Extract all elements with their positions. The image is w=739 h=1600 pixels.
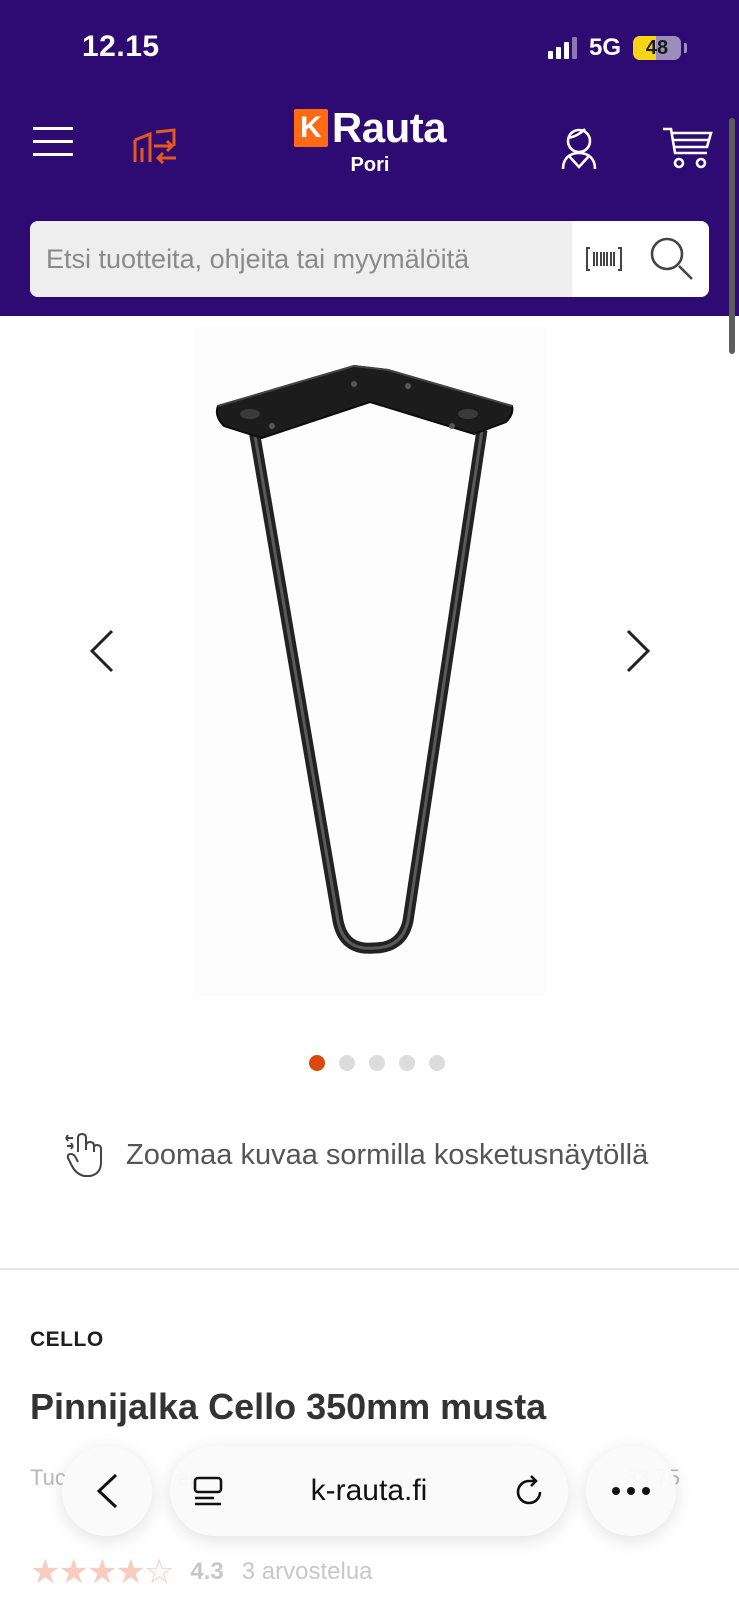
gallery-dot[interactable] [339,1055,355,1071]
cart-button[interactable] [660,122,714,172]
account-button[interactable] [554,122,604,172]
product-image[interactable] [194,326,546,996]
gallery-pagination [309,1055,445,1071]
rating-score: 4.3 [190,1558,224,1585]
browser-address-bar[interactable]: k-rauta.fi [170,1446,568,1536]
product-brand[interactable]: CELLO [30,1328,104,1352]
product-title: Pinnijalka Cello 350mm musta [30,1386,547,1427]
product-number-label: Tuc [30,1465,66,1490]
store-switch-button[interactable] [130,124,180,168]
tab-overview-icon[interactable] [192,1475,224,1507]
cart-icon [663,127,713,169]
search-input[interactable] [46,243,572,275]
table-leg-image [215,364,514,954]
search-field[interactable] [30,221,572,297]
logo-k-mark: K [293,109,328,147]
logo-wordmark: Rauta [331,104,447,151]
store-switch-icon [133,128,176,165]
product-gallery [0,316,739,1076]
k-rauta-logo[interactable]: K Rauta Pori [284,104,456,177]
reload-icon[interactable] [514,1474,546,1508]
store-name: Pori [350,154,390,176]
gallery-prev-button[interactable] [82,621,122,681]
browser-toolbar: k-rauta.fi [62,1446,676,1536]
chevron-left-icon [96,1473,118,1509]
browser-url[interactable]: k-rauta.fi [311,1474,428,1508]
more-icon [612,1487,650,1495]
rating-stars-icon: ★★★★☆ [30,1553,174,1591]
search-actions [572,221,709,297]
rating-count[interactable]: 3 arvostelua [242,1558,373,1586]
network-type: 5G [588,34,621,61]
status-time: 12.15 [82,30,160,63]
hamburger-icon [33,127,73,156]
browser-back-button[interactable] [62,1446,152,1536]
zoom-hint-text: Zoomaa kuvaa sormilla kosketusnäytöllä [126,1138,649,1171]
section-divider [0,1268,739,1270]
chevron-right-icon [626,629,651,673]
user-icon [561,128,597,170]
status-indicators: 5G 48 [547,34,687,62]
chevron-left-icon [89,629,114,673]
product-rating[interactable]: ★★★★☆ 4.3 3 arvostelua [30,1552,373,1592]
battery-icon: 48 [633,36,681,60]
gallery-dot[interactable] [369,1055,385,1071]
battery-tip [684,43,687,53]
gallery-dot[interactable] [309,1055,325,1071]
browser-more-button[interactable] [586,1446,676,1536]
pinch-zoom-icon [65,1132,102,1177]
battery-level: 48 [645,36,669,59]
search-bar [30,221,709,297]
gallery-dot[interactable] [399,1055,415,1071]
signal-icon [547,37,577,59]
gallery-dot[interactable] [429,1055,445,1071]
app-header: 12.15 5G 48 K Rauta Pori Etsi tuotteita,… [0,0,739,316]
search-icon[interactable] [649,236,695,282]
zoom-hint: Zoomaa kuvaa sormilla kosketusnäytöllä [64,1132,648,1178]
menu-button[interactable] [30,122,76,162]
barcode-scan-icon[interactable] [585,245,622,273]
gallery-next-button[interactable] [618,621,658,681]
